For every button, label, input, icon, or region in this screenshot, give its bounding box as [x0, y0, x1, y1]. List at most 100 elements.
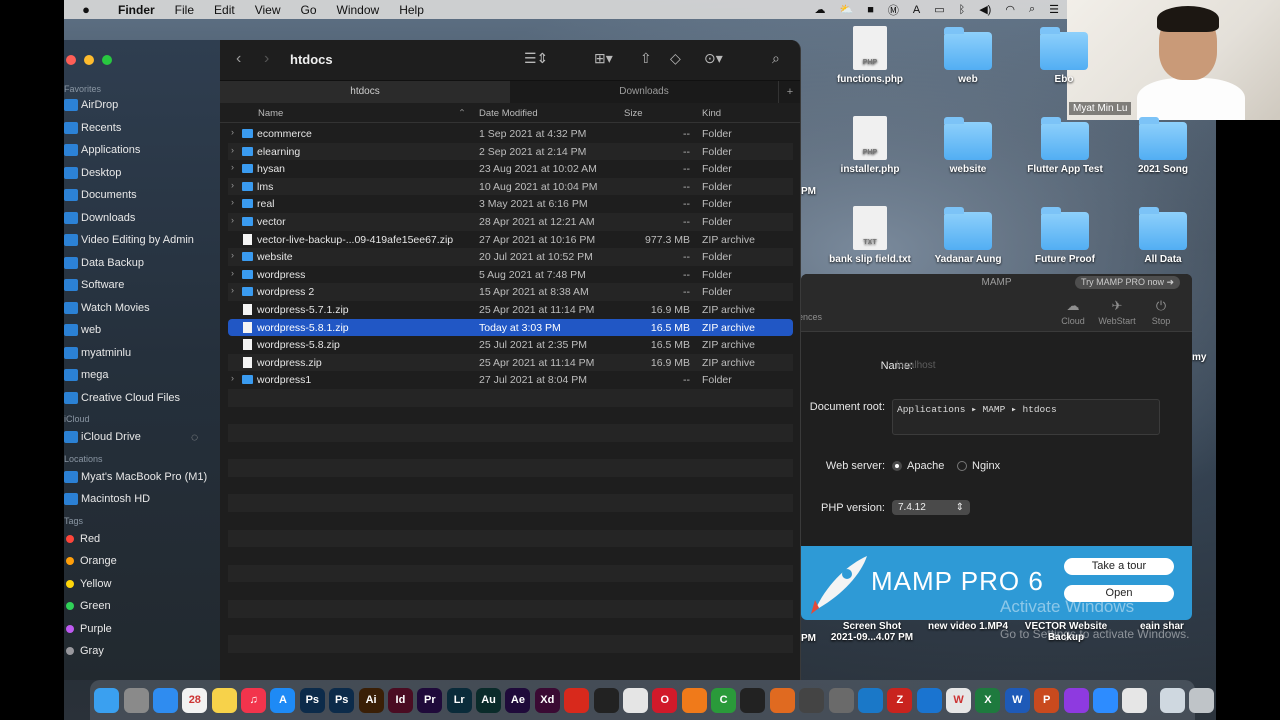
menu-window[interactable]: Window: [327, 3, 390, 17]
list-view-icon[interactable]: ☰⇕: [524, 50, 548, 67]
desktop-item[interactable]: Flutter App Test: [1017, 117, 1113, 175]
desktop-item[interactable]: PHP installer.php: [822, 116, 918, 175]
dock-downloads-stack-icon[interactable]: [1159, 687, 1185, 713]
file-row[interactable]: › hysan 23 Aug 2021 at 10:02 AM -- Folder: [228, 160, 793, 178]
php-version-select[interactable]: 7.4.12 ⇕: [892, 500, 970, 515]
file-row[interactable]: wordpress.zip 25 Apr 2021 at 11:14 PM 16.9…: [228, 353, 793, 372]
name-input[interactable]: localhost: [892, 358, 1160, 374]
file-row[interactable]: › wordpress1 27 Jul 2021 at 8:04 PM -- Folde…: [228, 371, 793, 389]
file-row[interactable]: vector-live-backup-...09-419afe15ee67.zi…: [228, 231, 793, 249]
sidebar-tag-yellow[interactable]: Yellow: [64, 574, 111, 594]
cloud-icon[interactable]: ☁: [815, 3, 826, 16]
radio-nginx[interactable]: Nginx: [957, 460, 1000, 472]
sidebar-tag-purple[interactable]: Purple: [64, 619, 112, 639]
dock-rocket-typist-icon[interactable]: [769, 687, 795, 713]
dock-opera-icon[interactable]: O: [652, 687, 678, 713]
a-icon[interactable]: A: [913, 4, 920, 16]
dock-word-icon[interactable]: W: [1004, 687, 1030, 713]
disclosure-chevron-icon[interactable]: ›: [231, 215, 234, 225]
forward-icon[interactable]: ›: [264, 50, 269, 68]
dock-illustrator-icon[interactable]: Ai: [358, 687, 384, 713]
dock-safari-icon[interactable]: [152, 687, 178, 713]
apple-menu-icon[interactable]: ●: [64, 2, 108, 17]
sidebar-item-web[interactable]: web: [64, 320, 101, 340]
desktop-item[interactable]: All Data: [1115, 207, 1211, 265]
dock-photoshop-icon[interactable]: Ps: [299, 687, 325, 713]
docroot-field[interactable]: Applications ▸ MAMP ▸ htdocs: [892, 399, 1160, 435]
menu-file[interactable]: File: [165, 3, 204, 17]
group-icon[interactable]: ⊞▾: [594, 50, 613, 67]
dock-firefox-icon[interactable]: [681, 687, 707, 713]
search-icon[interactable]: ⌕: [1029, 3, 1035, 16]
dock-calendar-icon[interactable]: 28: [182, 687, 208, 713]
dock-xd-icon[interactable]: Xd: [534, 687, 560, 713]
menu-view[interactable]: View: [245, 3, 291, 17]
menu-edit[interactable]: Edit: [204, 3, 245, 17]
app-status-icon[interactable]: ⛅: [840, 3, 854, 16]
desktop-item[interactable]: 2021 Song: [1115, 117, 1211, 175]
tab-htdocs[interactable]: htdocs: [220, 81, 510, 103]
dock-finder-icon[interactable]: [94, 687, 120, 713]
desktop-item[interactable]: Yadanar Aung: [920, 207, 1016, 265]
dock-lightroom-icon[interactable]: Lr: [446, 687, 472, 713]
m-icon[interactable]: Ⓜ: [888, 2, 899, 18]
cloud-tool[interactable]: ☁ Cloud: [1048, 298, 1098, 326]
volume-icon[interactable]: ◀): [979, 3, 991, 16]
wifi-icon[interactable]: ◠: [1005, 3, 1015, 16]
sidebar-tag-gray[interactable]: Gray: [64, 641, 104, 661]
minimize-button[interactable]: [84, 55, 94, 65]
dock-chrome-icon[interactable]: [622, 687, 648, 713]
file-row[interactable]: › ecommerce 1 Sep 2021 at 4:32 PM -- Folder: [228, 125, 793, 143]
battery-icon[interactable]: ▭: [934, 3, 944, 16]
sidebar-item-recents[interactable]: Recents: [64, 118, 121, 138]
sidebar-item-video-editing-by-admin[interactable]: Video Editing by Admin: [64, 230, 194, 250]
tag-icon[interactable]: ◇: [670, 50, 681, 67]
dock-system-prefs-icon[interactable]: [828, 687, 854, 713]
zoom-button[interactable]: [102, 55, 112, 65]
disclosure-chevron-icon[interactable]: ›: [231, 250, 234, 260]
desktop-item-screenshot[interactable]: Screen Shot 2021-09...4.07 PM: [822, 621, 922, 643]
close-button[interactable]: [66, 55, 76, 65]
dock-filezilla-icon[interactable]: Z: [887, 687, 913, 713]
sidebar-item-mega[interactable]: mega: [64, 365, 109, 385]
sidebar-item-applications[interactable]: Applications: [64, 140, 140, 160]
dock-podcasts-icon[interactable]: [1063, 687, 1089, 713]
dock-launchpad-icon[interactable]: [123, 687, 149, 713]
sidebar-item-watch-movies[interactable]: Watch Movies: [64, 298, 150, 318]
file-row[interactable]: wordpress-5.8.1.zip Today at 3:03 PM 16.5 …: [228, 318, 793, 337]
disclosure-chevron-icon[interactable]: ›: [231, 162, 234, 172]
dock-wordpress-app-icon[interactable]: W: [946, 687, 972, 713]
desktop-item[interactable]: Future Proof: [1017, 207, 1113, 265]
sidebar-tag-green[interactable]: Green: [64, 596, 111, 616]
desktop-item[interactable]: web: [920, 27, 1016, 85]
dock-final-cut-icon[interactable]: [740, 687, 766, 713]
dock-app-store-icon[interactable]: A: [270, 687, 296, 713]
menu-help[interactable]: Help: [389, 3, 434, 17]
file-row[interactable]: › website 20 Jul 2021 at 10:52 PM -- Folder: [228, 248, 793, 266]
sidebar-item-documents[interactable]: Documents: [64, 185, 137, 205]
more-actions-icon[interactable]: ⊙▾: [704, 50, 723, 67]
disclosure-chevron-icon[interactable]: ›: [231, 145, 234, 155]
sidebar-item-myatminlu[interactable]: myatminlu: [64, 343, 131, 363]
radio-apache[interactable]: Apache: [892, 460, 944, 472]
take-tour-button[interactable]: Take a tour: [1064, 558, 1174, 575]
bluetooth-icon[interactable]: ᛒ: [959, 4, 966, 16]
menu-go[interactable]: Go: [291, 3, 327, 17]
preferences-tool[interactable]: ences: [801, 312, 835, 322]
sidebar-tag-orange[interactable]: Orange: [64, 551, 117, 571]
sidebar-item-airdrop[interactable]: AirDrop: [64, 95, 118, 115]
dock-vscode-icon[interactable]: [857, 687, 883, 713]
sidebar-item-location[interactable]: Macintosh HD: [64, 489, 150, 509]
sidebar-item-desktop[interactable]: Desktop: [64, 163, 121, 183]
disclosure-chevron-icon[interactable]: ›: [231, 373, 234, 383]
file-row[interactable]: › elearning 2 Sep 2021 at 2:14 PM -- Folder: [228, 142, 793, 161]
control-center-icon[interactable]: ☰: [1049, 3, 1059, 16]
stop-tool[interactable]: ⏻ Stop: [1136, 298, 1186, 326]
search-icon[interactable]: ⌕: [772, 50, 780, 67]
desktop-item[interactable]: TXT bank slip field.txt: [822, 206, 918, 265]
sidebar-tag-red[interactable]: Red: [64, 529, 100, 549]
tab-downloads[interactable]: Downloads: [510, 81, 778, 103]
dock-acrobat-icon[interactable]: [564, 687, 590, 713]
column-size[interactable]: Size: [624, 108, 642, 119]
webstart-tool[interactable]: ✈ WebStart: [1092, 298, 1142, 326]
